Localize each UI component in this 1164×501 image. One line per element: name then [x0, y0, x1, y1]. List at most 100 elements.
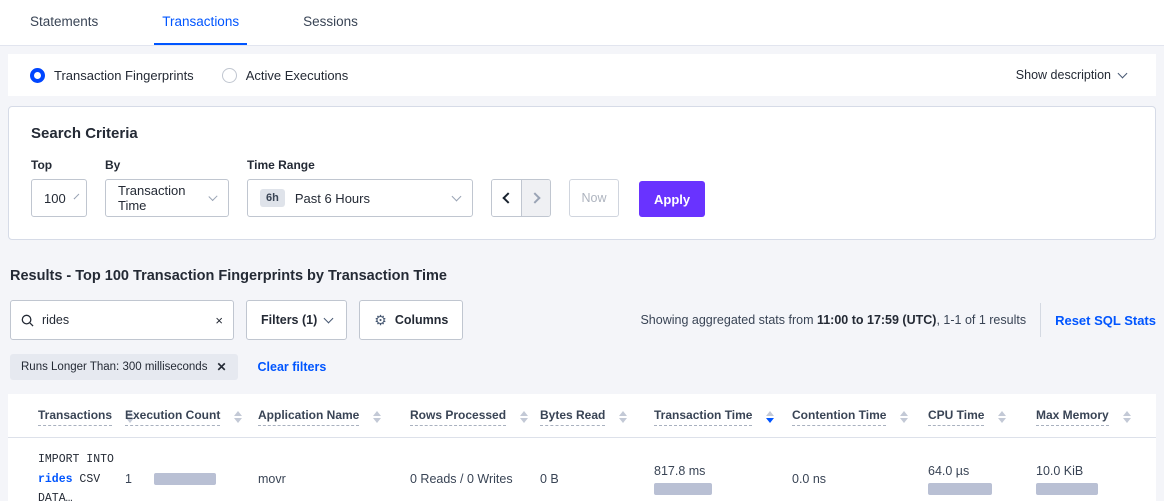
transaction-statement-text: IMPORT INTO: [38, 453, 114, 466]
execution-count-value: 1: [125, 472, 132, 486]
table-row: IMPORT INTO rides CSV DATA… 1 movr 0 Rea…: [8, 438, 1156, 501]
cell-transaction-time: 817.8 ms: [654, 438, 792, 501]
results-toolbar: × Filters (1) ⚙ Columns Showing aggregat…: [10, 300, 1156, 340]
active-filters-row: Runs Longer Than: 300 milliseconds ✕ Cle…: [10, 354, 1164, 380]
column-header-contention-time[interactable]: Contention Time: [792, 408, 886, 426]
previous-time-window-button[interactable]: [492, 180, 521, 216]
sort-icon[interactable]: [234, 411, 242, 423]
chevron-down-icon: [1118, 69, 1128, 79]
transaction-time-bar: [654, 483, 712, 495]
chevron-down-icon: [324, 314, 334, 324]
remove-filter-icon[interactable]: ✕: [216, 361, 226, 373]
radio-active-executions[interactable]: Active Executions: [222, 68, 349, 83]
max-memory-value: 10.0 KiB: [1036, 464, 1150, 478]
cell-contention-time: 0.0 ns: [792, 438, 928, 501]
search-criteria-card: Search Criteria Top 100 By Transaction T…: [8, 106, 1156, 240]
search-input[interactable]: [42, 313, 207, 327]
vertical-divider: [1040, 303, 1041, 337]
search-criteria-controls: Top 100 By Transaction Time Time Range 6…: [31, 158, 1133, 217]
tab-label: Statements: [30, 14, 98, 29]
stats-prefix: Showing aggregated stats from: [640, 313, 817, 327]
by-select[interactable]: Transaction Time: [105, 179, 229, 217]
filter-pill-label: Runs Longer Than: 300 milliseconds: [21, 361, 207, 373]
cell-bytes-read: 0 B: [540, 438, 654, 501]
time-range-value: Past 6 Hours: [295, 191, 370, 206]
aggregated-stats-text: Showing aggregated stats from 11:00 to 1…: [640, 313, 1026, 327]
column-header-application-name[interactable]: Application Name: [258, 408, 359, 426]
top-field: Top 100: [31, 158, 87, 217]
tab-label: Sessions: [303, 14, 358, 29]
search-icon: [21, 314, 34, 327]
chevron-down-icon: [73, 194, 79, 200]
top-select[interactable]: 100: [31, 179, 87, 217]
tab-sessions[interactable]: Sessions: [295, 0, 366, 45]
top-select-value: 100: [44, 191, 66, 206]
by-field: By Transaction Time: [105, 158, 229, 217]
tab-transactions[interactable]: Transactions: [154, 0, 247, 45]
chevron-right-icon: [529, 192, 540, 203]
chevron-down-icon: [208, 192, 217, 201]
results-table-card: Transactions Execution Count Application…: [8, 394, 1156, 501]
chevron-down-icon: [452, 192, 462, 202]
columns-button[interactable]: ⚙ Columns: [359, 300, 463, 340]
chevron-left-icon: [502, 192, 513, 203]
show-description-toggle[interactable]: Show description: [1016, 68, 1126, 82]
tab-label: Transactions: [162, 14, 239, 29]
now-button[interactable]: Now: [569, 179, 619, 217]
sort-icon[interactable]: [1123, 411, 1131, 423]
by-select-value: Transaction Time: [118, 183, 200, 213]
radio-label: Active Executions: [246, 68, 349, 83]
time-range-select[interactable]: 6h Past 6 Hours: [247, 179, 473, 217]
cell-cpu-time: 64.0 µs: [928, 438, 1036, 501]
stats-suffix: , 1-1 of 1 results: [936, 313, 1026, 327]
radio-unselected-icon: [222, 68, 237, 83]
cell-transaction-fingerprint: IMPORT INTO rides CSV DATA…: [8, 438, 125, 501]
column-header-max-memory[interactable]: Max Memory: [1036, 408, 1109, 426]
max-memory-bar: [1036, 483, 1098, 495]
filters-button[interactable]: Filters (1): [246, 300, 347, 340]
sort-icon[interactable]: [998, 411, 1006, 423]
search-box: ×: [10, 300, 234, 340]
sort-icon[interactable]: [520, 411, 528, 423]
cpu-time-bar: [928, 483, 992, 495]
sort-icon[interactable]: [373, 411, 381, 423]
show-description-label: Show description: [1016, 68, 1111, 82]
clear-filters-link[interactable]: Clear filters: [258, 360, 327, 374]
stats-time-range: 11:00 to 17:59 (UTC): [817, 313, 936, 327]
column-header-transactions[interactable]: Transactions: [38, 408, 112, 426]
radio-selected-icon: [30, 68, 45, 83]
column-header-rows-processed[interactable]: Rows Processed: [410, 408, 506, 426]
column-header-cpu-time[interactable]: CPU Time: [928, 408, 984, 426]
next-time-window-button[interactable]: [521, 180, 550, 216]
sort-desc-active-icon[interactable]: [766, 411, 774, 423]
cpu-time-value: 64.0 µs: [928, 464, 1030, 478]
cell-application-name: movr: [258, 438, 410, 501]
column-header-transaction-time[interactable]: Transaction Time: [654, 408, 752, 426]
cell-rows-processed: 0 Reads / 0 Writes: [410, 438, 540, 501]
column-header-bytes-read[interactable]: Bytes Read: [540, 408, 605, 426]
clear-search-icon[interactable]: ×: [215, 314, 223, 327]
results-heading: Results - Top 100 Transaction Fingerprin…: [10, 268, 1164, 284]
time-range-badge: 6h: [260, 189, 285, 207]
radio-label: Transaction Fingerprints: [54, 68, 194, 83]
tab-statements[interactable]: Statements: [22, 0, 106, 45]
execution-count-bar: [154, 473, 216, 485]
apply-button[interactable]: Apply: [639, 181, 705, 217]
transaction-fingerprint-link[interactable]: rides: [38, 473, 73, 486]
column-header-execution-count[interactable]: Execution Count: [125, 408, 220, 426]
by-label: By: [105, 158, 229, 172]
filter-pill: Runs Longer Than: 300 milliseconds ✕: [10, 354, 238, 380]
time-range-field: Time Range 6h Past 6 Hours: [247, 158, 473, 217]
reset-sql-stats-link[interactable]: Reset SQL Stats: [1055, 313, 1156, 328]
sort-icon[interactable]: [900, 411, 908, 423]
radio-transaction-fingerprints[interactable]: Transaction Fingerprints: [30, 68, 194, 83]
transaction-time-value: 817.8 ms: [654, 464, 786, 478]
sort-icon[interactable]: [619, 411, 627, 423]
cell-max-memory: 10.0 KiB: [1036, 438, 1156, 501]
top-label: Top: [31, 158, 87, 172]
gear-icon: ⚙: [374, 312, 387, 329]
search-criteria-title: Search Criteria: [31, 125, 1133, 142]
table-header-row: Transactions Execution Count Application…: [8, 394, 1156, 438]
time-window-pager: [491, 179, 551, 217]
view-toggle-row: Transaction Fingerprints Active Executio…: [8, 54, 1156, 96]
